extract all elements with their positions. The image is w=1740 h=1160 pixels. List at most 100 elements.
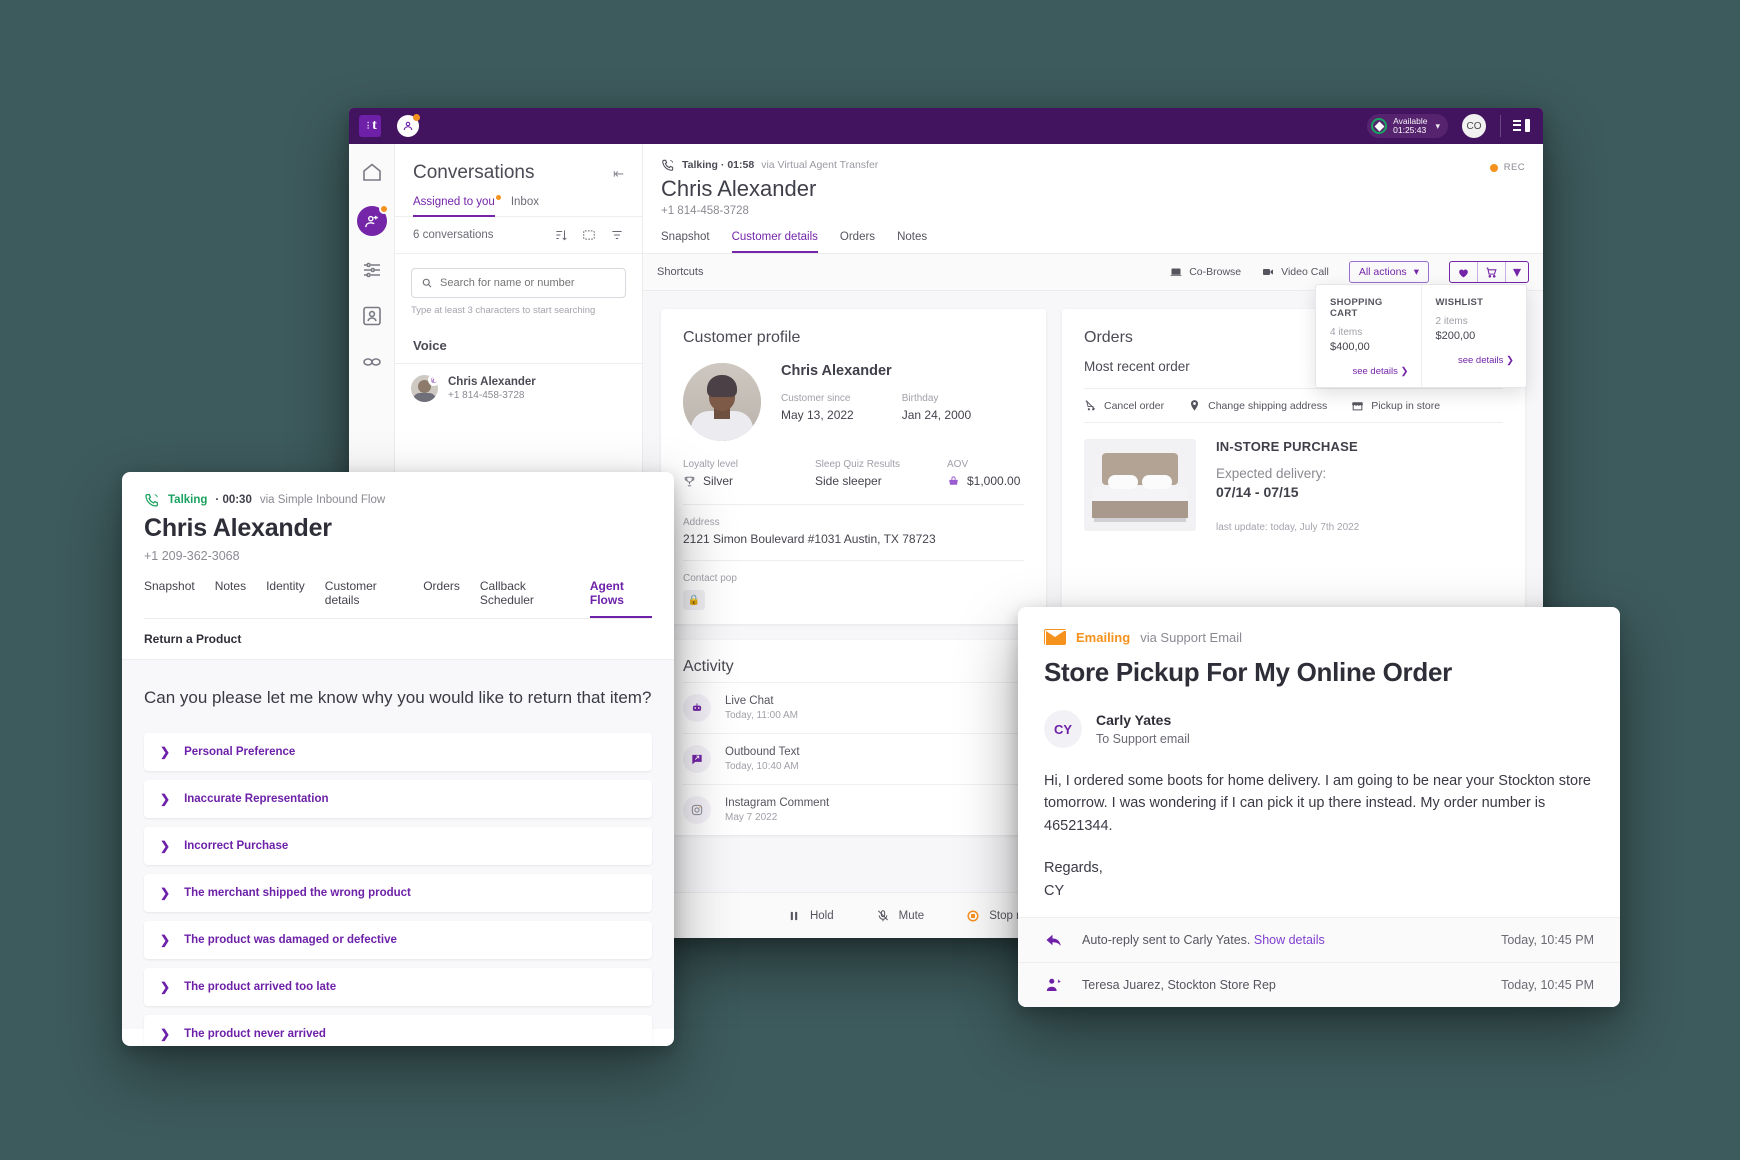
- agent-flow-status: Talking: [168, 494, 208, 506]
- tab-agent-flows[interactable]: Agent Flows: [589, 579, 652, 618]
- birthday-value: Jan 24, 2000: [901, 408, 972, 422]
- chevron-right-icon: ❯: [160, 838, 171, 853]
- hold-button[interactable]: Hold: [787, 909, 834, 923]
- user-avatar[interactable]: CO: [1462, 114, 1486, 138]
- activity-title: Activity: [683, 658, 734, 675]
- brand-avatar-icon[interactable]: [397, 114, 420, 137]
- avatar: ✆: [411, 375, 438, 402]
- activity-time: Today, 11:00 AM: [725, 710, 799, 721]
- flow-option-damaged-defective[interactable]: ❯ The product was damaged or defective: [144, 920, 652, 959]
- aov-label: AOV: [947, 459, 969, 470]
- wishlist-button[interactable]: [1450, 262, 1477, 282]
- list-item[interactable]: Outbound Text Today, 10:40 AM: [683, 733, 1024, 784]
- flow-option-inaccurate-representation[interactable]: ❯ Inaccurate Representation: [144, 779, 652, 818]
- stop-recording-icon: [967, 909, 979, 922]
- sidebar-item-contacts[interactable]: [360, 304, 384, 328]
- customer-number: +1 814-458-3728: [661, 205, 749, 217]
- tab-notes[interactable]: Notes: [215, 579, 246, 618]
- tab-snapshot[interactable]: Snapshot: [144, 579, 195, 618]
- list-item[interactable]: ✆ Chris Alexander +1 814-458-3728: [395, 363, 642, 413]
- list-item[interactable]: Instagram Comment May 7 2022: [683, 784, 1024, 835]
- popout-icon[interactable]: [582, 228, 596, 242]
- tab-notes[interactable]: Notes: [897, 231, 927, 253]
- change-shipping-address-button[interactable]: Change shipping address: [1188, 399, 1327, 412]
- email-card: Emailing via Support Email Store Pickup …: [1018, 607, 1620, 1007]
- contact-pop-section: Contact pop 🔒: [683, 560, 1024, 624]
- sidebar-item-home[interactable]: [360, 160, 384, 184]
- tab-callback-scheduler[interactable]: Callback Scheduler: [480, 579, 570, 618]
- sidebar-item-directory[interactable]: [360, 350, 384, 374]
- filter-icon[interactable]: [610, 228, 624, 242]
- loyalty-level-label: Loyalty level: [683, 459, 739, 470]
- wishlist-see-details-link[interactable]: see details ❯: [1436, 355, 1514, 366]
- cart-toolbar[interactable]: ▾: [1448, 261, 1529, 283]
- search-box[interactable]: [411, 268, 626, 298]
- tab-orders[interactable]: Orders: [423, 579, 460, 618]
- co-browse-button[interactable]: Co-Browse: [1169, 266, 1241, 278]
- chevron-right-icon: ❯: [160, 932, 171, 947]
- email-footer: Auto-reply sent to Carly Yates. Show det…: [1018, 917, 1620, 1007]
- customer-profile-title: Customer profile: [683, 329, 801, 346]
- sidebar-item-queues[interactable]: [360, 258, 384, 282]
- email-footer-row[interactable]: Auto-reply sent to Carly Yates. Show det…: [1018, 917, 1620, 962]
- all-actions-button[interactable]: All actions ▾: [1348, 261, 1429, 283]
- collapse-panel-icon[interactable]: ⇤: [613, 162, 624, 182]
- pickup-in-store-button[interactable]: Pickup in store: [1351, 399, 1440, 412]
- flow-option-arrived-too-late[interactable]: ❯ The product arrived too late: [144, 967, 652, 1006]
- agent-flow-options: ❯ Personal Preference ❯ Inaccurate Represe…: [144, 732, 652, 1046]
- order-actions: Cancel order Change shipping address Pic…: [1084, 388, 1503, 423]
- pause-icon: [790, 911, 798, 920]
- email-sign-off: Regards,: [1044, 860, 1103, 877]
- product-image: [1084, 439, 1196, 531]
- flow-option-incorrect-purchase[interactable]: ❯ Incorrect Purchase: [144, 826, 652, 865]
- topbar-divider: [1500, 115, 1501, 137]
- mute-button[interactable]: Mute: [876, 909, 924, 923]
- shortcuts-label: Shortcuts: [657, 266, 704, 278]
- search-wrapper: [395, 254, 642, 298]
- shopping-cart-button[interactable]: [1476, 262, 1505, 282]
- tab-orders[interactable]: Orders: [840, 231, 875, 253]
- sort-icon[interactable]: [554, 228, 568, 242]
- video-call-icon: [1263, 269, 1274, 275]
- lock-icon[interactable]: 🔒: [683, 590, 705, 610]
- video-call-button[interactable]: Video Call: [1261, 266, 1329, 278]
- tab-customer-details[interactable]: Customer details: [325, 579, 403, 618]
- voice-section-label: Voice: [413, 338, 447, 353]
- flow-option-never-arrived[interactable]: ❯ The product never arrived: [144, 1014, 652, 1046]
- availability-status-pill[interactable]: Available 01:25:43 ▾: [1367, 114, 1448, 138]
- recording-label: REC: [1503, 162, 1525, 173]
- app-topbar: ⋮ t Available 01:25:43 ▾ CO: [349, 108, 1543, 144]
- tab-snapshot[interactable]: Snapshot: [661, 231, 710, 253]
- aov-value: $1,000.00: [967, 474, 1021, 488]
- location-pin-icon: [1191, 400, 1199, 411]
- list-item[interactable]: Live Chat Today, 11:00 AM: [683, 682, 1024, 733]
- status-timer: 01:25:43: [1393, 125, 1427, 135]
- flow-option-personal-preference[interactable]: ❯ Personal Preference: [144, 732, 652, 771]
- birthday-label: Birthday: [901, 393, 939, 404]
- app-logo[interactable]: ⋮ t: [359, 115, 381, 137]
- conversation-tabs: Assigned to you Inbox: [395, 184, 642, 217]
- sidebar-item-conversations[interactable]: [356, 204, 389, 236]
- chevron-down-icon[interactable]: ▾: [1435, 121, 1440, 132]
- cart-dropdown-toggle[interactable]: ▾: [1504, 262, 1528, 282]
- shopping-cart-see-details-link[interactable]: see details ❯: [1330, 366, 1408, 377]
- screenshot-stage: ⋮ t Available 01:25:43 ▾ CO Conversation…: [0, 0, 1740, 1160]
- address-value: 2121 Simon Boulevard #1031 Austin, TX 78…: [683, 532, 936, 546]
- toggle-panel-icon[interactable]: [1513, 118, 1531, 134]
- tab-identity[interactable]: Identity: [266, 579, 305, 618]
- tab-assigned-to-you[interactable]: Assigned to you: [413, 195, 501, 217]
- flow-option-wrong-product[interactable]: ❯ The merchant shipped the wrong product: [144, 873, 652, 912]
- agent-flow-customer-name: Chris Alexander: [144, 514, 332, 542]
- search-input[interactable]: [440, 277, 616, 289]
- cancel-order-button[interactable]: Cancel order: [1084, 399, 1164, 412]
- tab-inbox[interactable]: Inbox: [511, 196, 539, 217]
- cart-dropdown-panel: SHOPPING CART 4 items $400,00 see detail…: [1315, 284, 1527, 388]
- show-details-link[interactable]: Show details: [1254, 933, 1325, 947]
- cancel-cart-icon: [1085, 400, 1096, 411]
- email-sender-name: Carly Yates: [1096, 712, 1172, 728]
- last-update-text: last update: today, July 7th 2022: [1216, 522, 1360, 533]
- chevron-down-icon: ▾: [1413, 266, 1419, 278]
- email-footer-row[interactable]: Teresa Juarez, Stockton Store Rep Today,…: [1018, 962, 1620, 1007]
- email-subject: Store Pickup For My Online Order: [1044, 657, 1452, 687]
- tab-customer-details[interactable]: Customer details: [731, 231, 818, 253]
